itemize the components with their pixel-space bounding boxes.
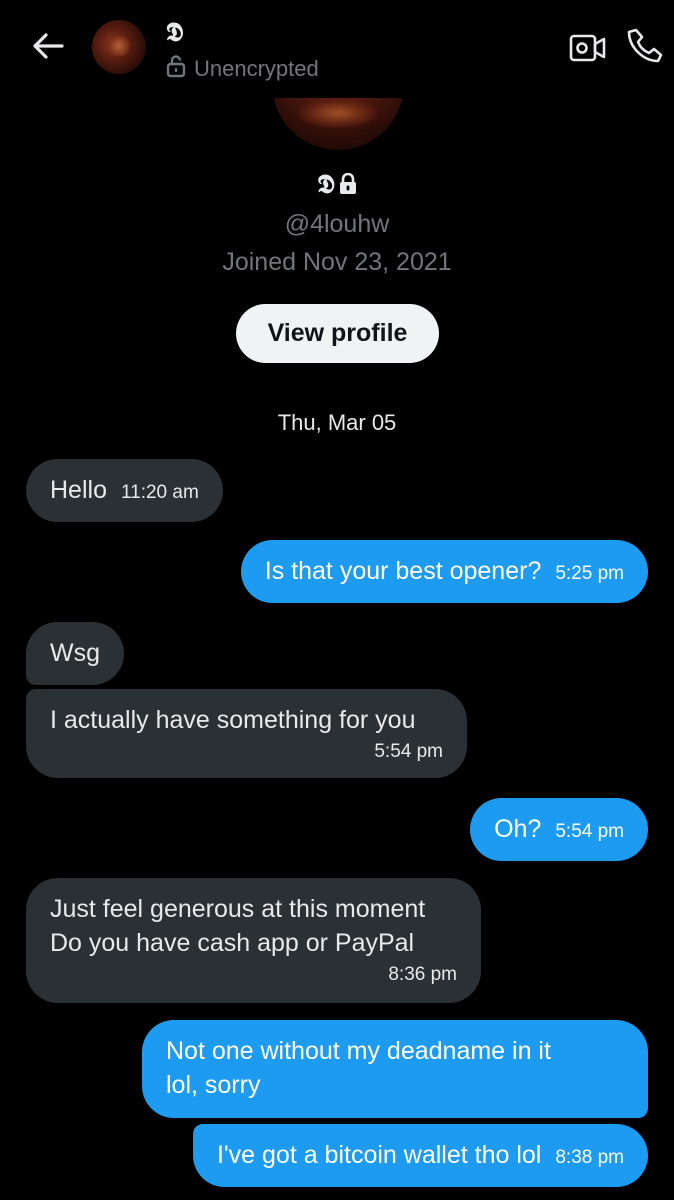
message-time: 5:54 pm (374, 741, 443, 762)
encryption-status: Unencrypted (166, 54, 319, 84)
message-time: 8:38 pm (555, 1147, 624, 1168)
profile-name: 𝕯 (0, 170, 674, 202)
message-outgoing[interactable]: I've got a bitcoin wallet tho lol 8:38 pm (192, 1124, 648, 1187)
avatar[interactable] (92, 20, 146, 74)
profile-name-text: 𝕯 (317, 170, 335, 200)
message-text: Oh? (494, 815, 542, 843)
back-button[interactable] (28, 30, 68, 66)
message-text-line: Do you have cash app or PayPal (50, 929, 415, 957)
phone-icon (626, 28, 666, 70)
lock-icon (339, 172, 357, 202)
video-camera-icon (568, 34, 608, 72)
profile-handle: @4louhw (284, 210, 390, 238)
message-incoming[interactable]: Hello 11:20 am (26, 459, 223, 522)
lock-open-icon (166, 54, 186, 84)
message-text: Wsg (50, 639, 100, 667)
conversation-name[interactable]: 𝕯 (166, 18, 183, 49)
message-incoming[interactable]: Wsg (26, 622, 124, 685)
message-outgoing[interactable]: Not one without my deadname in it lol, s… (142, 1020, 648, 1118)
arrow-left-icon (32, 32, 64, 65)
message-outgoing[interactable]: Is that your best opener? 5:25 pm (240, 540, 648, 603)
message-time: 11:20 am (120, 482, 199, 503)
message-incoming[interactable]: Just feel generous at this moment Do you… (26, 878, 481, 1003)
message-time: 5:25 pm (555, 563, 624, 584)
message-text: I actually have something for you (50, 706, 416, 734)
view-profile-button[interactable]: View profile (236, 304, 439, 363)
message-time: 8:36 pm (388, 964, 457, 985)
message-text: I've got a bitcoin wallet tho lol (216, 1141, 542, 1169)
message-text-line: lol, sorry (166, 1071, 261, 1099)
conversation-header: 𝕯 Unencrypted (0, 0, 674, 98)
message-text: Is that your best opener? (264, 557, 542, 585)
message-outgoing[interactable]: Oh? 5:54 pm (470, 798, 648, 861)
message-incoming[interactable]: I actually have something for you 5:54 p… (26, 689, 467, 778)
voice-call-button[interactable] (626, 26, 666, 66)
message-text-line: Not one without my deadname in it (166, 1037, 551, 1065)
message-text: Hello (50, 476, 107, 504)
message-text-line: Just feel generous at this moment (50, 895, 426, 923)
video-call-button[interactable] (568, 28, 608, 68)
message-time: 5:54 pm (555, 821, 624, 842)
profile-joined-date: Joined Nov 23, 2021 (222, 248, 452, 276)
date-separator: Thu, Mar 05 (277, 410, 397, 435)
encryption-status-text: Unencrypted (194, 56, 319, 81)
